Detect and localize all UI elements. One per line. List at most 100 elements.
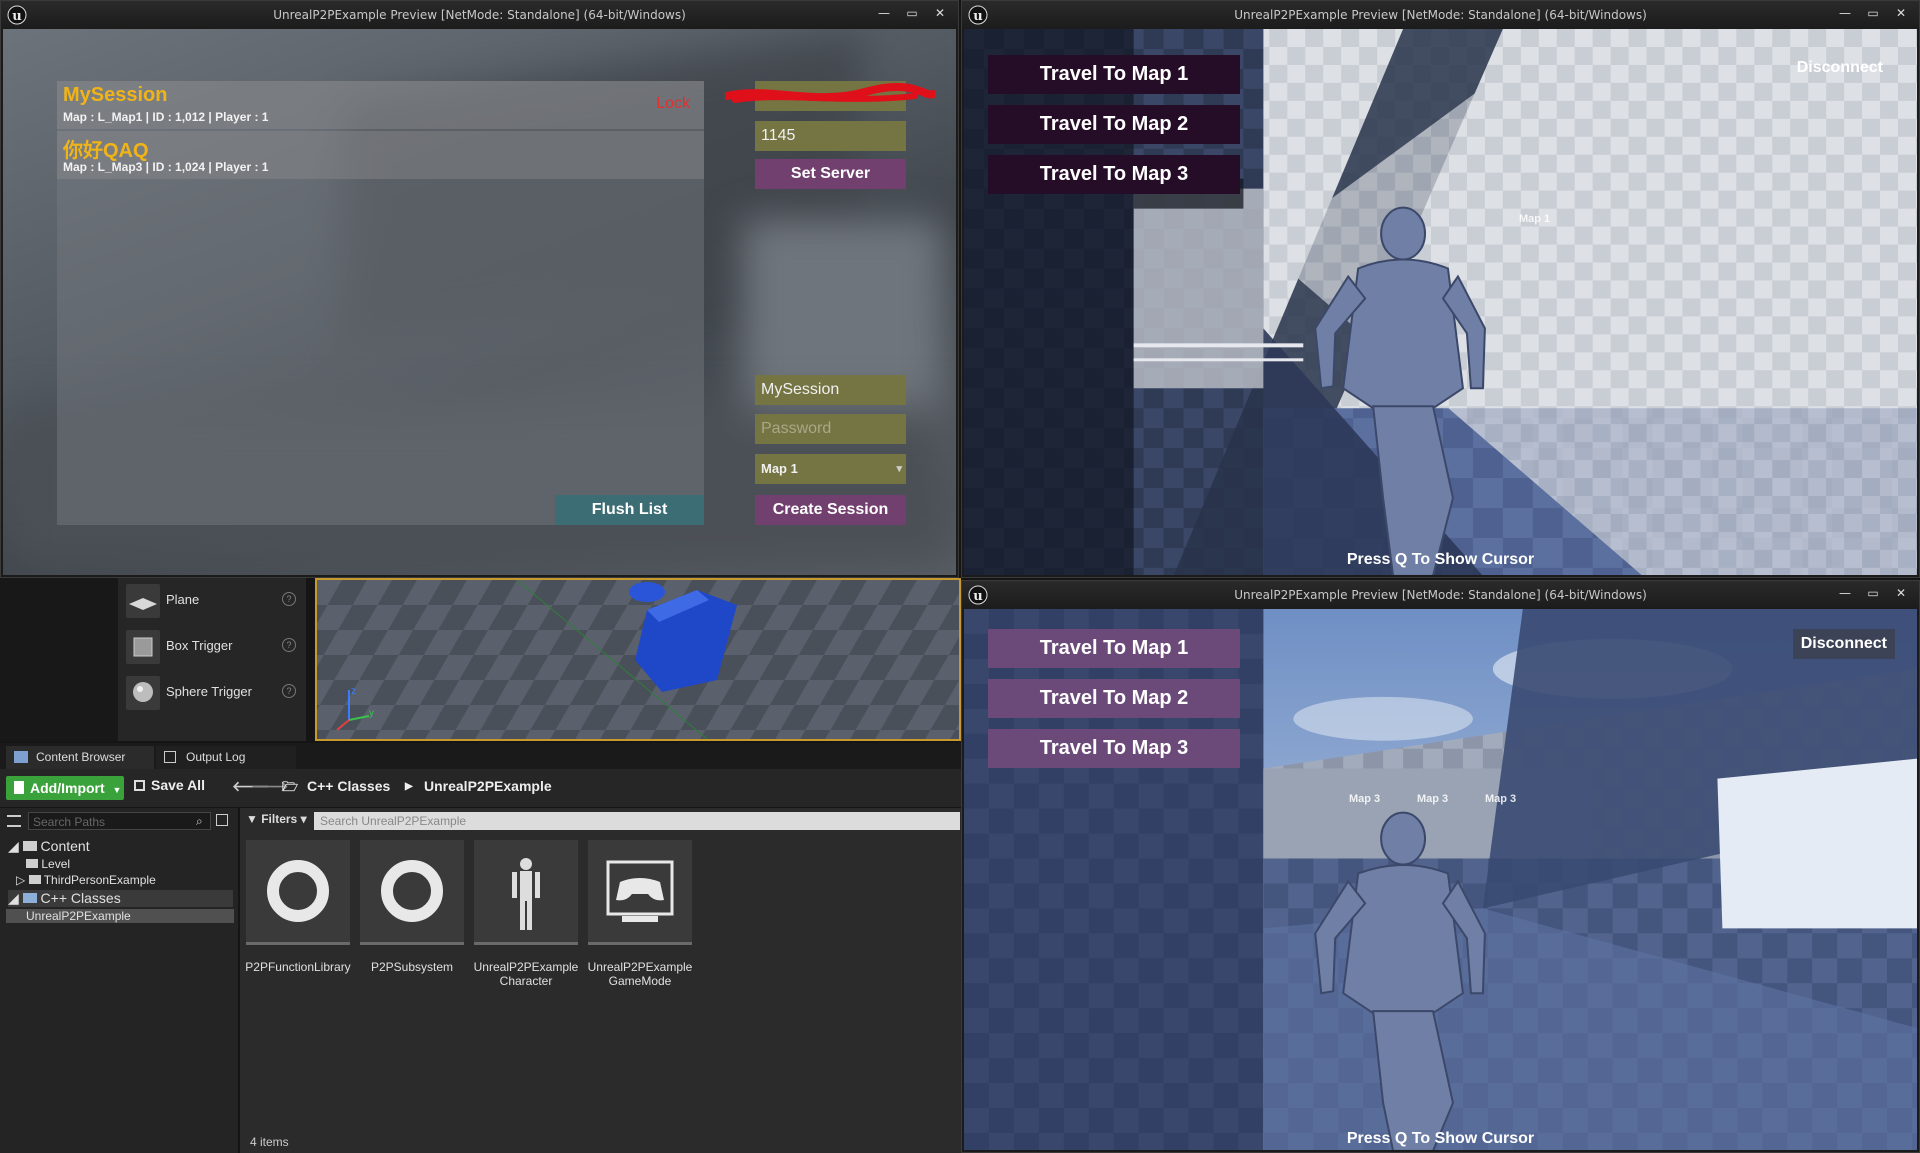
game-viewport[interactable]: Travel To Map 1 Travel To Map 2 Travel T… [964,29,1917,575]
close-button[interactable]: ✕ [1889,5,1913,21]
tree-item-level[interactable]: Level [26,857,70,871]
editor-tab-bar: Content Browser Output Log [0,743,961,769]
output-log-icon [164,751,176,763]
map-sign-label: Map 3 [1485,793,1517,805]
lock-label: Lock [656,95,690,112]
tab-label: Output Log [186,750,246,764]
flush-list-button[interactable]: Flush List [555,495,704,525]
svg-text:y: y [369,708,374,719]
filters-button[interactable]: ▼ Filters ▾ [246,812,307,826]
travel-map3-button[interactable]: Travel To Map 3 [988,155,1240,194]
search-assets-input[interactable]: Search UnrealP2PExample [314,812,960,830]
cursor-hint: Press Q To Show Cursor [1346,551,1535,568]
collapse-tree-icon[interactable] [7,815,21,827]
session-name-field[interactable]: MySession [755,375,906,405]
asset-tile[interactable] [588,840,692,945]
cursor-hint: Press Q To Show Cursor [1346,1130,1535,1147]
travel-map1-button[interactable]: Travel To Map 1 [988,629,1240,668]
subsystem-ring-icon [381,860,443,922]
place-mode-label: Sphere Trigger [166,684,252,699]
tab-content-browser[interactable]: Content Browser [6,746,154,769]
tree-item-cpp-classes[interactable]: ◢ C++ Classes [8,890,233,907]
create-session-button[interactable]: Create Session [755,495,906,525]
session-info: Map : L_Map1 | ID : 1,012 | Player : 1 [63,110,269,124]
minimize-button[interactable]: — [872,5,896,21]
tree-item-project[interactable]: UnrealP2PExample [6,909,234,923]
travel-map3-button[interactable]: Travel To Map 3 [988,729,1240,768]
help-icon[interactable]: ? [282,684,296,698]
tree-item-content[interactable]: ◢ Content [8,838,90,855]
maximize-button[interactable]: ▭ [900,5,924,21]
view-options-icon[interactable] [216,814,228,826]
help-icon[interactable]: ? [282,638,296,652]
filters-label: Filters [261,812,298,826]
tree-label: UnrealP2PExample [26,909,131,923]
close-button[interactable]: ✕ [928,5,952,21]
breadcrumb-cpp-classes[interactable]: C++ Classes [307,778,390,794]
travel-map1-button[interactable]: Travel To Map 1 [988,55,1240,94]
tree-label: Level [41,857,71,871]
password-field[interactable]: Password [755,414,906,444]
add-import-label: Add/Import [30,780,105,796]
title-bar[interactable]: u UnrealP2PExample Preview [NetMode: Sta… [962,581,1919,609]
content-browser-toolbar: Add/Import ▼ Save All 🡐 🡒 🗁 C++ Classes … [0,769,961,807]
session-list-panel: MySession Map : L_Map1 | ID : 1,012 | Pl… [57,81,704,525]
game-viewport[interactable]: Travel To Map 1 Travel To Map 2 Travel T… [964,609,1917,1150]
maximize-button[interactable]: ▭ [1861,5,1885,21]
save-all-button[interactable]: Save All [134,777,205,793]
place-mode-item[interactable]: Sphere Trigger ? [118,670,306,716]
add-import-button[interactable]: Add/Import ▼ [6,776,124,800]
close-button[interactable]: ✕ [1889,585,1913,601]
item-count: 4 items [250,1135,289,1149]
asset-tile[interactable] [474,840,578,945]
asset-label: P2PFunctionLibrary [245,960,351,974]
place-mode-item[interactable]: Box Trigger ? [118,624,306,670]
place-mode-label: Box Trigger [166,638,233,653]
place-mode-item[interactable]: Plane ? [118,578,306,624]
title-bar[interactable]: u UnrealP2PExample Preview [NetMode: Sta… [1,1,958,29]
map-select-value: Map 1 [761,461,798,476]
maximize-button[interactable]: ▭ [1861,585,1885,601]
minimize-button[interactable]: — [1833,5,1857,21]
game-window-top: u UnrealP2PExample Preview [NetMode: Sta… [961,0,1920,578]
minimize-button[interactable]: — [1833,585,1857,601]
window-title: UnrealP2PExample Preview [NetMode: Stand… [1234,8,1647,22]
title-bar[interactable]: u UnrealP2PExample Preview [NetMode: Sta… [962,1,1919,29]
disconnect-button[interactable]: Disconnect [1792,629,1895,659]
port-field[interactable]: 1145 [755,121,906,151]
travel-map2-button[interactable]: Travel To Map 2 [988,105,1240,144]
breadcrumb-separator-icon: ▶ [405,781,413,792]
place-modes-panel: Plane ? Box Trigger ? Sphere Trigger ? [118,578,306,741]
asset-view-panel: ▼ Filters ▾ Search UnrealP2PExample P2PF… [240,808,961,1153]
editor-viewport[interactable]: z y [315,578,961,741]
search-icon: ⌕ [196,814,203,828]
redaction-scribble [725,83,935,103]
tab-output-log[interactable]: Output Log [156,746,296,769]
help-icon[interactable]: ? [282,592,296,606]
session-row[interactable]: MySession Map : L_Map1 | ID : 1,012 | Pl… [57,81,704,129]
sphere-trigger-icon [126,676,160,710]
window-title: UnrealP2PExample Preview [NetMode: Stand… [1234,588,1647,602]
map-select[interactable]: Map 1 ▾ [755,454,906,484]
asset-tile[interactable] [360,840,464,945]
search-paths-input[interactable]: Search Paths [28,812,211,830]
tree-item-thirdperson[interactable]: ▷ ThirdPersonExample [16,873,156,887]
asset-label: P2PSubsystem [370,960,454,974]
set-server-button[interactable]: Set Server [755,159,906,189]
box-trigger-icon [126,630,160,664]
editor-left-gutter [0,578,118,741]
session-viewport: MySession Map : L_Map1 | ID : 1,012 | Pl… [3,29,956,575]
folder-tree-panel: Search Paths ⌕ ◢ Content Level ▷ ThirdPe… [0,808,240,1153]
save-all-label: Save All [151,777,205,793]
travel-map2-button[interactable]: Travel To Map 2 [988,679,1240,718]
tab-label: Content Browser [36,750,126,764]
disconnect-button[interactable]: Disconnect [1797,59,1883,77]
svg-text:z: z [351,686,356,697]
content-browser-icon [14,751,28,763]
asset-tile[interactable] [246,840,350,945]
gamemode-controller-icon [606,860,674,922]
character-mannequin-icon [512,858,540,930]
breadcrumb-project[interactable]: UnrealP2PExample [424,778,552,794]
window-title: UnrealP2PExample Preview [NetMode: Stand… [273,8,686,22]
session-row[interactable]: 你好QAQ Map : L_Map3 | ID : 1,024 | Player… [57,131,704,179]
